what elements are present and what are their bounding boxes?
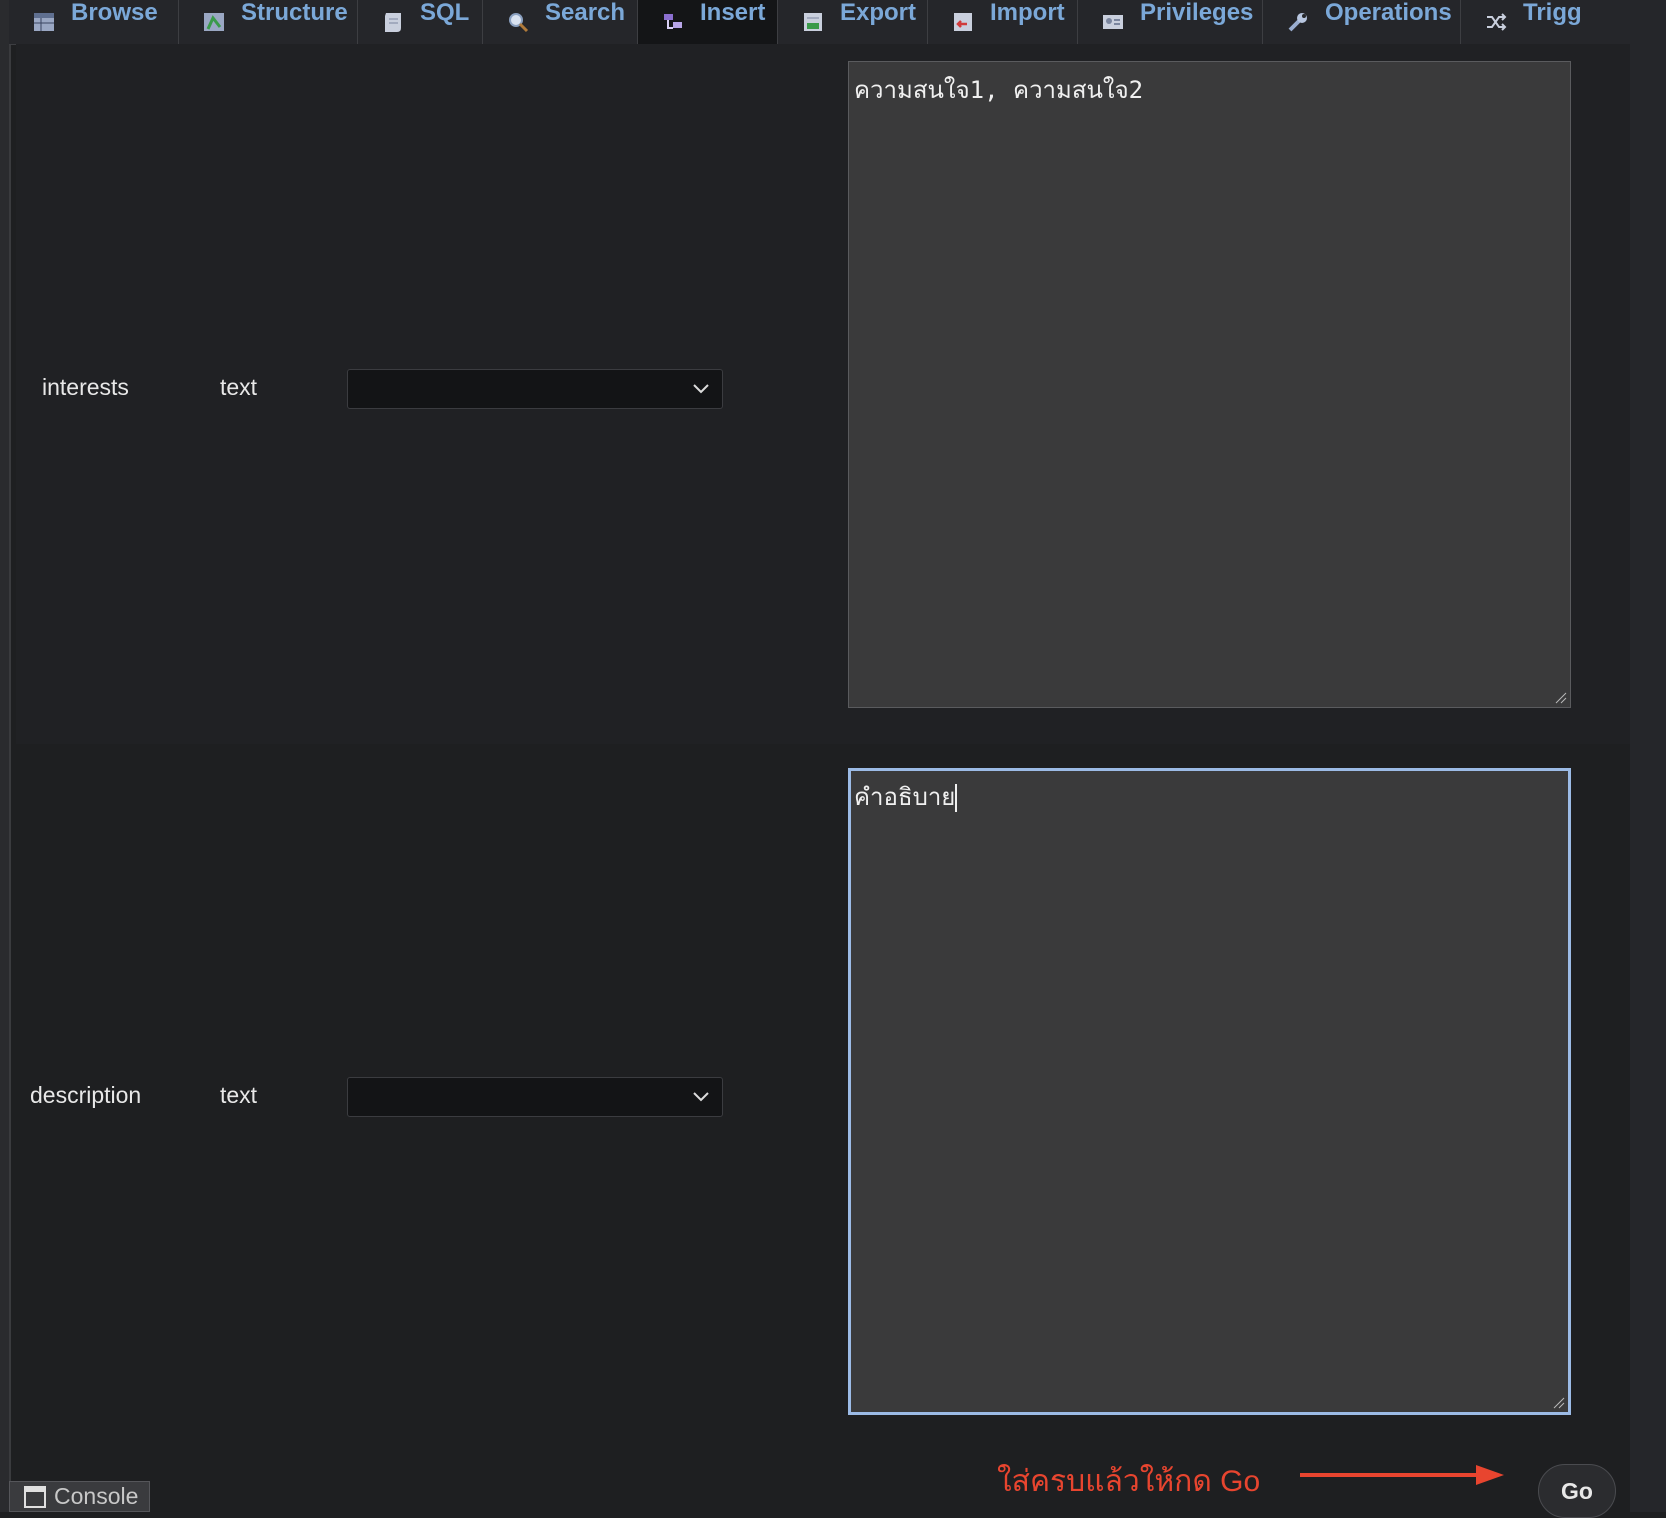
textarea-value: ความสนใจ1, ความสนใจ2 [854, 76, 1144, 104]
tab-label: SQL [420, 0, 470, 26]
privileges-icon [1100, 9, 1126, 35]
tab-bar: Browse Structure SQL Search Insert Expor… [9, 0, 1666, 45]
insert-icon [660, 9, 686, 35]
left-edge [0, 0, 11, 1512]
import-icon [950, 9, 976, 35]
textarea-value: คำอธิบาย [854, 783, 956, 811]
chevron-down-icon [693, 1092, 709, 1102]
tab-browse[interactable]: Browse [9, 0, 179, 44]
tab-label: Export [840, 0, 917, 26]
sql-icon [380, 9, 406, 35]
function-select[interactable] [347, 1077, 723, 1117]
tab-operations[interactable]: Operations [1263, 0, 1461, 44]
tab-triggers[interactable]: Trigg [1461, 0, 1666, 44]
tab-label: Import [990, 0, 1065, 26]
value-textarea[interactable]: ความสนใจ1, ความสนใจ2 [848, 61, 1571, 708]
field-row-interests: interests text ความสนใจ1, ความสนใจ2 [16, 44, 1630, 744]
arrow-right-icon [1300, 1465, 1504, 1485]
column-type: text [220, 1082, 258, 1108]
column-type: text [220, 374, 258, 400]
structure-icon [201, 9, 227, 35]
field-row-description: description text คำอธิบาย [16, 744, 1630, 1512]
tab-label: Insert [700, 0, 766, 26]
console-toggle[interactable]: Console [9, 1481, 150, 1512]
right-edge [1630, 44, 1666, 1512]
tab-insert[interactable]: Insert [638, 0, 778, 44]
search-icon [505, 9, 531, 35]
column-name: description [30, 1082, 142, 1108]
tab-privileges[interactable]: Privileges [1078, 0, 1263, 44]
tab-label: Browse [71, 0, 158, 26]
tab-export[interactable]: Export [778, 0, 928, 44]
value-textarea[interactable]: คำอธิบาย [848, 768, 1571, 1415]
triggers-icon [1483, 9, 1509, 35]
tab-label: Privileges [1140, 0, 1254, 26]
tab-label: Search [545, 0, 626, 26]
tab-label: Operations [1325, 0, 1452, 26]
chevron-down-icon [693, 384, 709, 394]
table-icon [31, 9, 57, 35]
tab-structure[interactable]: Structure [179, 0, 358, 44]
go-button[interactable]: Go [1538, 1464, 1616, 1518]
tab-sql[interactable]: SQL [358, 0, 483, 44]
console-label: Console [54, 1483, 139, 1509]
text-caret [955, 784, 958, 812]
tab-label: Structure [241, 0, 348, 26]
column-name: interests [42, 374, 129, 400]
resize-handle-icon[interactable] [1553, 1397, 1565, 1409]
annotation-text: ใส่ครบแล้วให้กด Go [997, 1465, 1261, 1498]
wrench-icon [1285, 9, 1311, 35]
tab-import[interactable]: Import [928, 0, 1078, 44]
tab-search[interactable]: Search [483, 0, 638, 44]
export-icon [800, 9, 826, 35]
function-select[interactable] [347, 369, 723, 409]
resize-handle-icon[interactable] [1555, 692, 1567, 704]
console-icon [24, 1485, 46, 1508]
tab-label: Trigg [1523, 0, 1582, 26]
